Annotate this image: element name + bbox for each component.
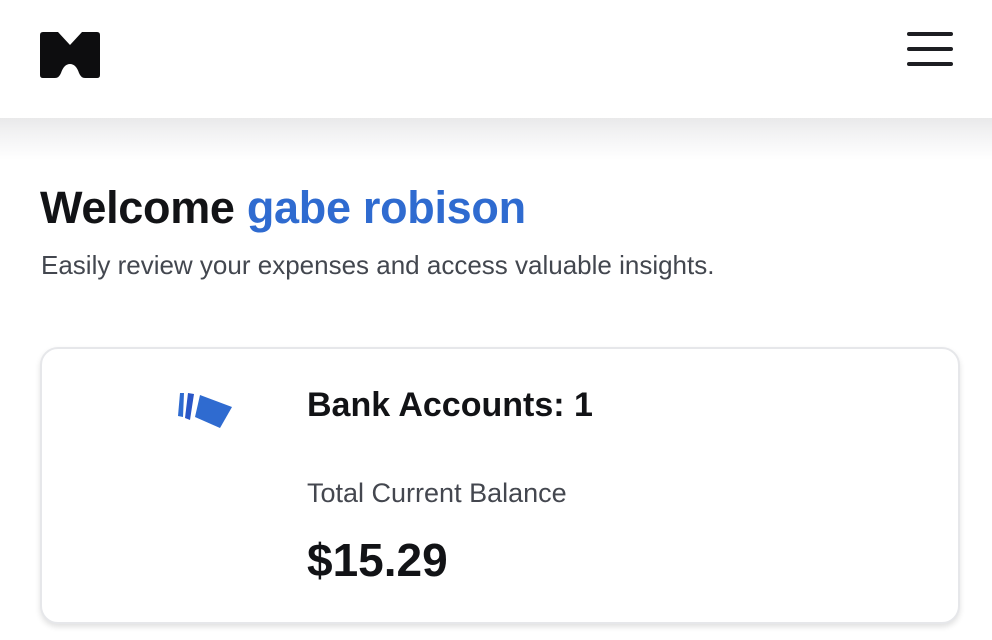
header-shadow — [0, 118, 992, 160]
welcome-greeting: Welcome — [40, 182, 235, 233]
user-name: gabe robison — [246, 182, 526, 233]
welcome-subtitle: Easily review your expenses and access v… — [41, 250, 715, 280]
welcome-heading: Welcome gabe robison — [40, 180, 526, 236]
top-bar — [0, 0, 992, 118]
total-balance-label: Total Current Balance — [307, 478, 567, 508]
bank-summary-card[interactable]: Bank Accounts: 1 Total Current Balance $… — [40, 347, 960, 624]
bank-accounts-count: Bank Accounts: 1 — [307, 386, 593, 424]
total-balance-value: $15.29 — [307, 534, 448, 586]
hamburger-menu-icon[interactable] — [904, 28, 956, 72]
bank-cards-icon — [174, 387, 234, 431]
brand-logo-icon[interactable] — [40, 32, 100, 78]
app-root: Welcome gabe robison Easily review your … — [0, 0, 992, 640]
